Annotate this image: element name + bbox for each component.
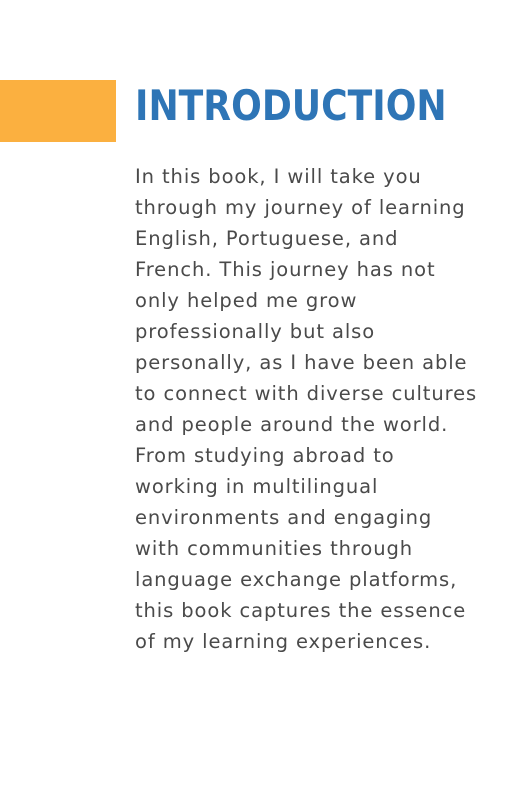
intro-paragraph: In this book, I will take you through my… xyxy=(135,165,478,653)
accent-bar xyxy=(0,80,116,142)
document-page: INTRODUCTION In this book, I will take y… xyxy=(0,0,512,800)
page-title: INTRODUCTION xyxy=(135,81,447,130)
